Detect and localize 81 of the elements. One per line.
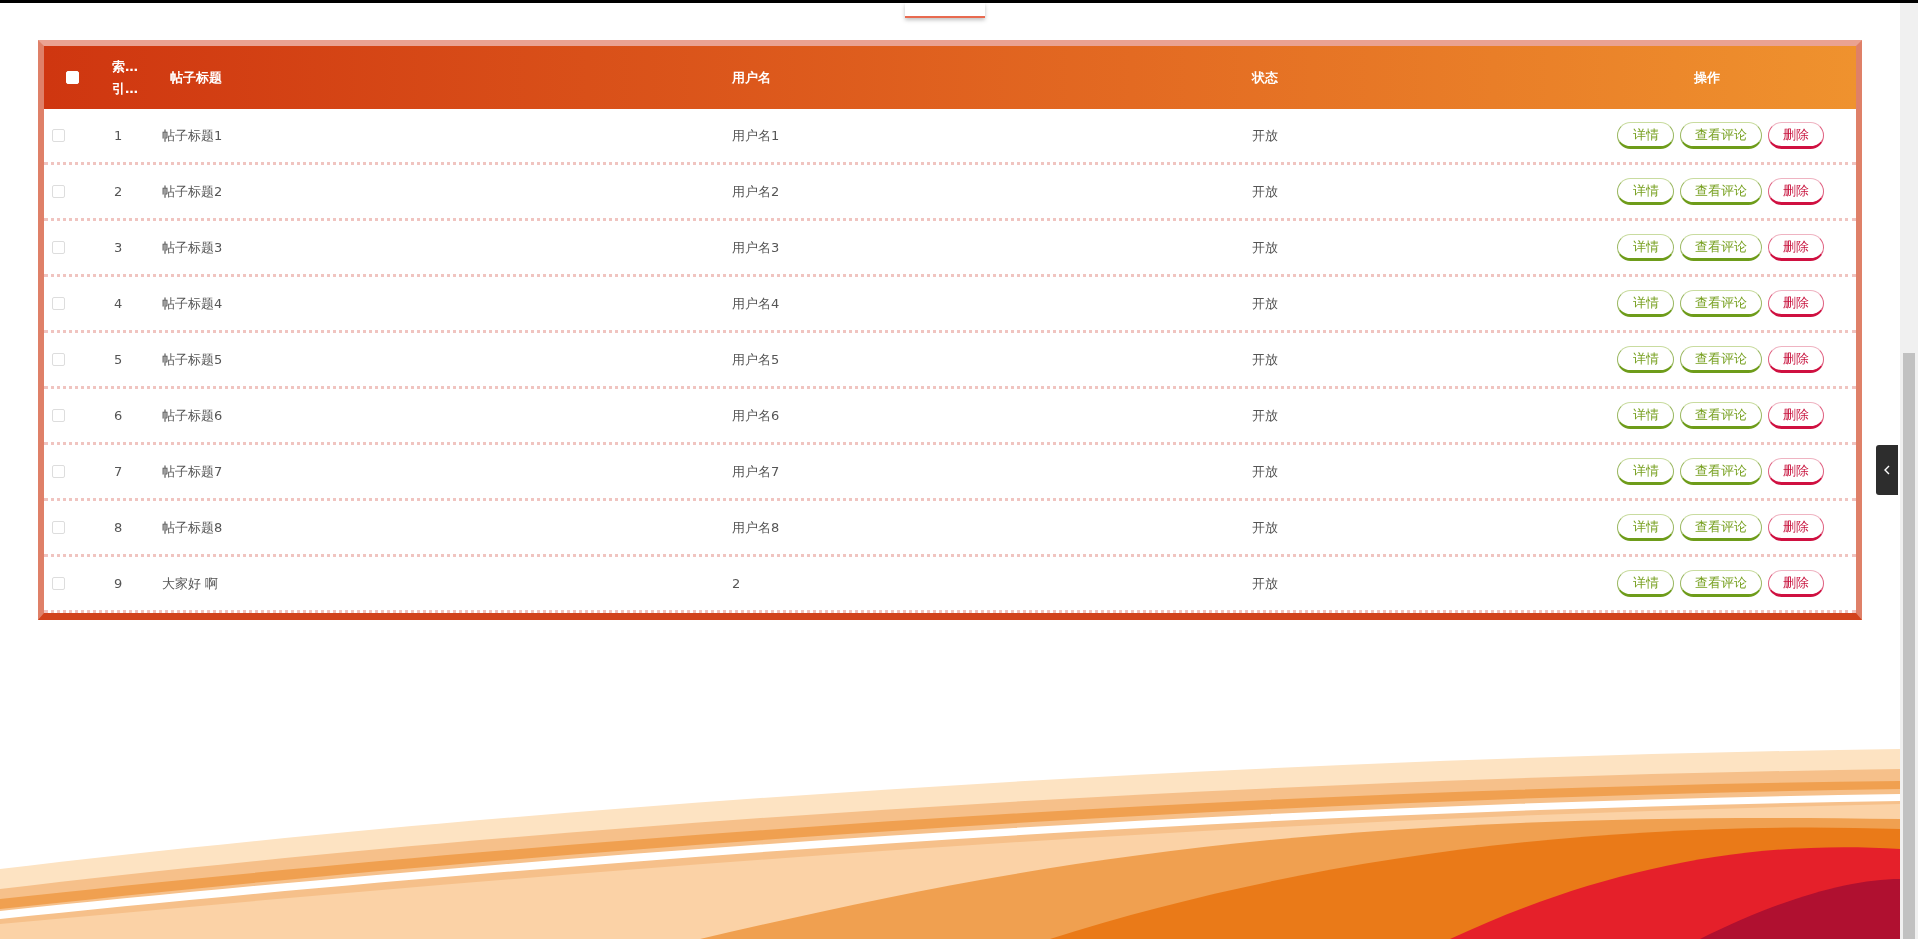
checkbox[interactable]	[52, 185, 65, 198]
column-header: 操作	[1694, 68, 1720, 87]
details-button[interactable]: 详情	[1617, 178, 1674, 205]
table-cell: 帖子标题8	[162, 518, 223, 537]
table-cell: 帖子标题1	[162, 126, 223, 145]
table-cell: 帖子标题6	[162, 406, 223, 425]
checkbox[interactable]	[52, 521, 65, 534]
table-cell: 2	[732, 576, 741, 591]
table-cell: 开放	[1252, 182, 1278, 201]
scrollbar-thumb[interactable]	[1903, 353, 1915, 939]
table-cell: 开放	[1252, 294, 1278, 313]
delete-button[interactable]: 删除	[1768, 290, 1824, 317]
delete-button[interactable]: 删除	[1768, 178, 1824, 205]
table-cell: 用户名7	[732, 462, 780, 481]
table-cell: 开放	[1252, 238, 1278, 257]
table-cell: 用户名5	[732, 350, 780, 369]
table-cell: 用户名1	[732, 126, 780, 145]
column-header: 用户名	[732, 68, 771, 87]
checkbox[interactable]	[52, 129, 65, 142]
table-cell: 大家好 啊	[162, 574, 219, 593]
table-cell: 用户名4	[732, 294, 780, 313]
comments-button[interactable]: 查看评论	[1680, 290, 1762, 317]
table-cell: 8	[114, 520, 123, 535]
details-button[interactable]: 详情	[1617, 514, 1674, 541]
checkbox[interactable]	[52, 465, 65, 478]
chevron-left-icon	[1883, 465, 1891, 475]
checkbox[interactable]	[52, 577, 65, 590]
table-cell: 2	[114, 184, 123, 199]
top-tab[interactable]	[905, 3, 985, 18]
details-button[interactable]: 详情	[1617, 234, 1674, 261]
delete-button[interactable]: 删除	[1768, 234, 1824, 261]
table-cell: 用户名8	[732, 518, 780, 537]
table-cell: 开放	[1252, 350, 1278, 369]
table-cell: 帖子标题4	[162, 294, 223, 313]
comments-button[interactable]: 查看评论	[1680, 570, 1762, 597]
table-cell: 7	[114, 464, 123, 479]
details-button[interactable]: 详情	[1617, 290, 1674, 317]
table-cell: 开放	[1252, 574, 1278, 593]
checkbox[interactable]	[52, 241, 65, 254]
comments-button[interactable]: 查看评论	[1680, 514, 1762, 541]
delete-button[interactable]: 删除	[1768, 514, 1824, 541]
table-cell: 4	[114, 296, 123, 311]
table-cell: 开放	[1252, 126, 1278, 145]
details-button[interactable]: 详情	[1617, 570, 1674, 597]
comments-button[interactable]: 查看评论	[1680, 122, 1762, 149]
table-cell: 1	[114, 128, 123, 143]
details-button[interactable]: 详情	[1617, 458, 1674, 485]
table-cell: 9	[114, 576, 123, 591]
table-cell: 帖子标题3	[162, 238, 223, 257]
details-button[interactable]: 详情	[1617, 402, 1674, 429]
table-cell: 开放	[1252, 518, 1278, 537]
comments-button[interactable]: 查看评论	[1680, 346, 1762, 373]
comments-button[interactable]: 查看评论	[1680, 402, 1762, 429]
details-button[interactable]: 详情	[1617, 122, 1674, 149]
comments-button[interactable]: 查看评论	[1680, 178, 1762, 205]
table-cell: 开放	[1252, 406, 1278, 425]
column-header: 状态	[1252, 68, 1278, 87]
column-header: 帖子标题	[170, 68, 222, 87]
column-header: 索… 引…	[112, 57, 138, 98]
table-cell: 用户名2	[732, 182, 780, 201]
delete-button[interactable]: 删除	[1768, 402, 1824, 429]
table-cell: 6	[114, 408, 123, 423]
comments-button[interactable]: 查看评论	[1680, 458, 1762, 485]
delete-button[interactable]: 删除	[1768, 458, 1824, 485]
comments-button[interactable]: 查看评论	[1680, 234, 1762, 261]
table-cell: 帖子标题2	[162, 182, 223, 201]
delete-button[interactable]: 删除	[1768, 346, 1824, 373]
table-cell: 帖子标题5	[162, 350, 223, 369]
checkbox[interactable]	[52, 353, 65, 366]
table-cell: 帖子标题7	[162, 462, 223, 481]
table-cell: 3	[114, 240, 123, 255]
collapse-handle[interactable]	[1876, 445, 1898, 495]
details-button[interactable]: 详情	[1617, 346, 1674, 373]
table-cell: 用户名3	[732, 238, 780, 257]
table-cell: 5	[114, 352, 123, 367]
checkbox[interactable]	[52, 409, 65, 422]
table-cell: 用户名6	[732, 406, 780, 425]
table-cell: 开放	[1252, 462, 1278, 481]
checkbox[interactable]	[52, 297, 65, 310]
delete-button[interactable]: 删除	[1768, 122, 1824, 149]
delete-button[interactable]: 删除	[1768, 570, 1824, 597]
